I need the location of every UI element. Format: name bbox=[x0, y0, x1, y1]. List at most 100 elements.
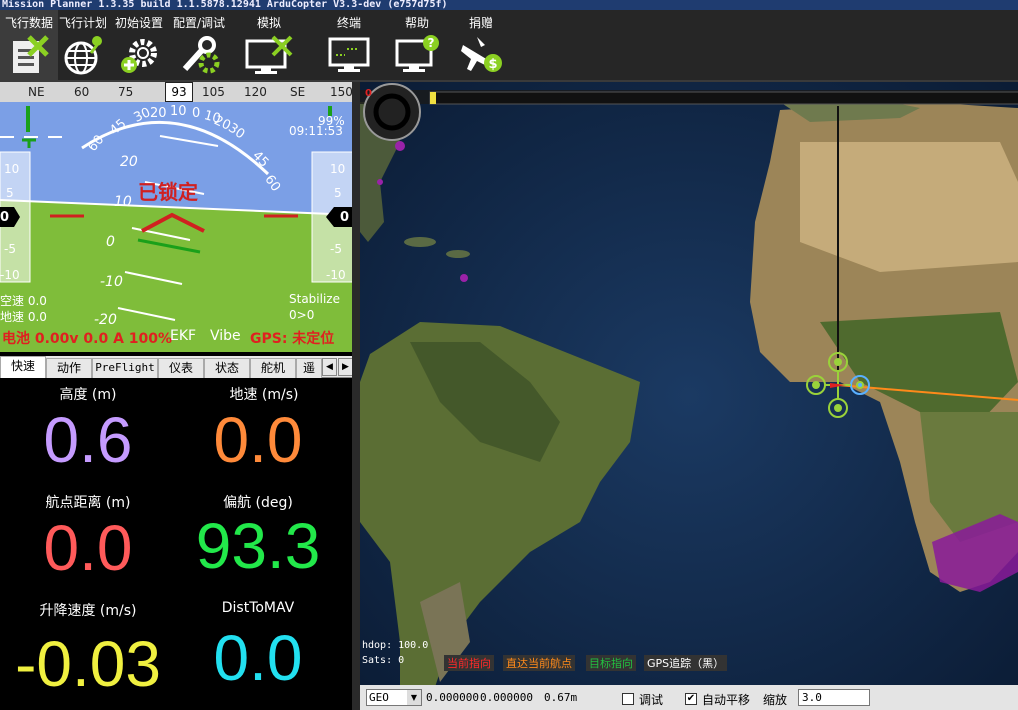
legend-gps-track: GPS追踪（黑） bbox=[644, 655, 728, 671]
zoom-value: 3.0 bbox=[802, 691, 822, 704]
alt-tape-label: -10 bbox=[326, 268, 346, 282]
main-menu-bar: 飞行数据 飞行计划 初始设置 配置/调试 模拟 终端 帮助 ? 捐赠 $ bbox=[0, 10, 1018, 82]
heading-label: NE bbox=[28, 85, 45, 99]
quick-panel: 高度 (m) 0.6 地速 (m/s) 0.0 航点距离 (m) 0.0 偏航 … bbox=[0, 378, 352, 710]
chevron-down-icon[interactable]: ▼ bbox=[407, 690, 421, 705]
roll-label: 10 bbox=[170, 104, 187, 119]
alt-tape-label: 10 bbox=[330, 162, 346, 176]
groundspeed-readout: 地速 0.0 bbox=[0, 310, 47, 324]
coord-system-select[interactable]: GEO ▼ bbox=[366, 689, 422, 706]
menu-simulation[interactable]: 模拟 bbox=[240, 10, 298, 80]
dist-to-mav-value: 0.0 bbox=[213, 622, 303, 694]
menu-initial-setup[interactable]: 初始设置 bbox=[110, 10, 168, 80]
climb-rate-value: -0.03 bbox=[15, 628, 161, 700]
zoom-stepper[interactable]: 3.0 bbox=[798, 689, 870, 706]
heading-label: 75 bbox=[118, 85, 134, 99]
tab-status[interactable]: 状态 bbox=[204, 358, 250, 378]
legend-direct-wp: 直达当前航点 bbox=[503, 655, 575, 671]
groundspeed-label: 地速 (m/s) bbox=[229, 387, 299, 403]
yaw-label: 偏航 (deg) bbox=[223, 495, 293, 511]
menu-config-tuning[interactable]: 配置/调试 bbox=[170, 10, 228, 80]
menu-label: 飞行计划 bbox=[58, 16, 107, 30]
config-tuning-icon bbox=[182, 36, 220, 74]
debug-checkbox[interactable] bbox=[622, 693, 634, 705]
speed-tape-label: 10 bbox=[4, 162, 20, 176]
menu-terminal[interactable]: 终端 bbox=[320, 10, 378, 80]
hud-display: NE 60 75 105 120 SE 150 93 60 45 30 20 1… bbox=[0, 82, 355, 352]
window-title: Mission Planner 1.3.35 build 1.1.5878.12… bbox=[0, 0, 1018, 10]
donate-icon: $ bbox=[461, 37, 502, 72]
legend-heading-label: 当前指向 bbox=[447, 657, 491, 670]
simulation-icon bbox=[245, 35, 293, 74]
altitude-value: 0.6 bbox=[43, 404, 133, 476]
heading-tape: NE 60 75 105 120 SE 150 93 bbox=[0, 82, 355, 102]
menu-flight-plan[interactable]: 飞行计划 bbox=[54, 10, 112, 80]
menu-flight-data[interactable]: 飞行数据 bbox=[0, 10, 58, 80]
coord-system-value: GEO bbox=[369, 691, 389, 704]
menu-label: 捐赠 bbox=[468, 16, 493, 30]
hud-time: 09:11:53 bbox=[289, 124, 343, 138]
tab-gauges[interactable]: 仪表 bbox=[158, 358, 204, 378]
climb-rate-label: 升降速度 (m/s) bbox=[39, 603, 137, 619]
satellite-map bbox=[360, 82, 1018, 710]
tab-preflight[interactable]: PreFlight bbox=[92, 358, 158, 378]
legend-target-label: 目标指向 bbox=[589, 657, 633, 670]
legend-target: 目标指向 bbox=[586, 655, 636, 671]
heading-label: 150 bbox=[330, 85, 353, 99]
svg-text:$: $ bbox=[488, 57, 497, 72]
alt-tape-label: -5 bbox=[330, 242, 342, 256]
help-icon: ? bbox=[395, 35, 439, 72]
panel-splitter[interactable] bbox=[352, 82, 360, 710]
svg-text:?: ? bbox=[428, 36, 435, 50]
legend-heading: 当前指向 bbox=[444, 655, 494, 671]
flight-data-icon bbox=[13, 35, 49, 73]
flight-mode: Stabilize bbox=[289, 292, 340, 306]
battery-status: 电池 0.00v 0.0 A 100% bbox=[2, 331, 173, 347]
armed-status: 已锁定 bbox=[138, 180, 198, 204]
alt-current: 0 bbox=[340, 210, 350, 225]
dist-to-mav-label: DistToMAV bbox=[221, 600, 295, 616]
pitch-label: -20 bbox=[94, 312, 117, 328]
menu-label: 初始设置 bbox=[114, 16, 163, 30]
heading-current: 93 bbox=[165, 82, 193, 102]
speed-tape-label: -5 bbox=[4, 242, 16, 256]
speed-current: 0 bbox=[0, 210, 10, 225]
data-tabs: 快速 动作 PreFlight 仪表 状态 舵机 遥 ◀ ▶ bbox=[0, 356, 355, 378]
zoom-label: 缩放 bbox=[763, 693, 788, 707]
vibe-status: Vibe bbox=[210, 328, 241, 344]
speed-tape-label: -10 bbox=[0, 268, 20, 282]
pitch-label: -10 bbox=[100, 274, 123, 290]
tab-scroll-right-button[interactable]: ▶ bbox=[338, 358, 353, 376]
map-statusbar: GEO ▼ 0.000000 0.000000 0.67m 调试 ✔ 自动平移 … bbox=[360, 685, 1018, 710]
menu-label: 帮助 bbox=[404, 16, 429, 30]
roll-label: 20 bbox=[150, 106, 167, 121]
menu-label: 配置/调试 bbox=[172, 16, 226, 30]
menu-donate[interactable]: 捐赠 $ bbox=[452, 10, 510, 80]
autopan-checkbox[interactable]: ✔ bbox=[685, 693, 697, 705]
menu-label: 飞行数据 bbox=[4, 16, 53, 30]
tab-quick[interactable]: 快速 bbox=[0, 356, 46, 378]
alt-tape-label: 5 bbox=[334, 186, 342, 200]
heading-label: 60 bbox=[74, 85, 90, 99]
hdop-readout: hdop: 100.0 bbox=[362, 640, 429, 651]
airspeed-readout: 空速 0.0 bbox=[0, 294, 47, 308]
legend-direct-wp-label: 直达当前航点 bbox=[506, 657, 572, 670]
flight-plan-icon bbox=[64, 36, 102, 75]
debug-label: 调试 bbox=[639, 693, 664, 707]
menu-help[interactable]: 帮助 ? bbox=[388, 10, 446, 80]
longitude-readout: 0.000000 bbox=[480, 691, 533, 704]
tab-servo[interactable]: 舵机 bbox=[250, 358, 296, 378]
map-view[interactable]: 0 hdop: 100.0 Sats: 0 当前指向 直达当前航点 目标指向 G… bbox=[360, 82, 1018, 710]
gps-status: GPS: 未定位 bbox=[250, 331, 335, 347]
latitude-readout: 0.000000 bbox=[426, 691, 479, 704]
wp-distance-label: 航点距离 (m) bbox=[45, 495, 131, 511]
tab-telemetry[interactable]: 遥 bbox=[296, 358, 322, 378]
autopan-label: 自动平移 bbox=[702, 693, 751, 707]
hud-status-line: 电池 0.00v 0.0 A 100% EKF Vibe GPS: 未定位 bbox=[0, 328, 355, 350]
pitch-label: 0 bbox=[106, 234, 115, 250]
terminal-icon bbox=[328, 37, 370, 72]
menu-label: 终端 bbox=[336, 16, 361, 30]
pitch-label: 10 bbox=[114, 194, 132, 210]
tab-scroll-left-button[interactable]: ◀ bbox=[322, 358, 337, 376]
tab-actions[interactable]: 动作 bbox=[46, 358, 92, 378]
